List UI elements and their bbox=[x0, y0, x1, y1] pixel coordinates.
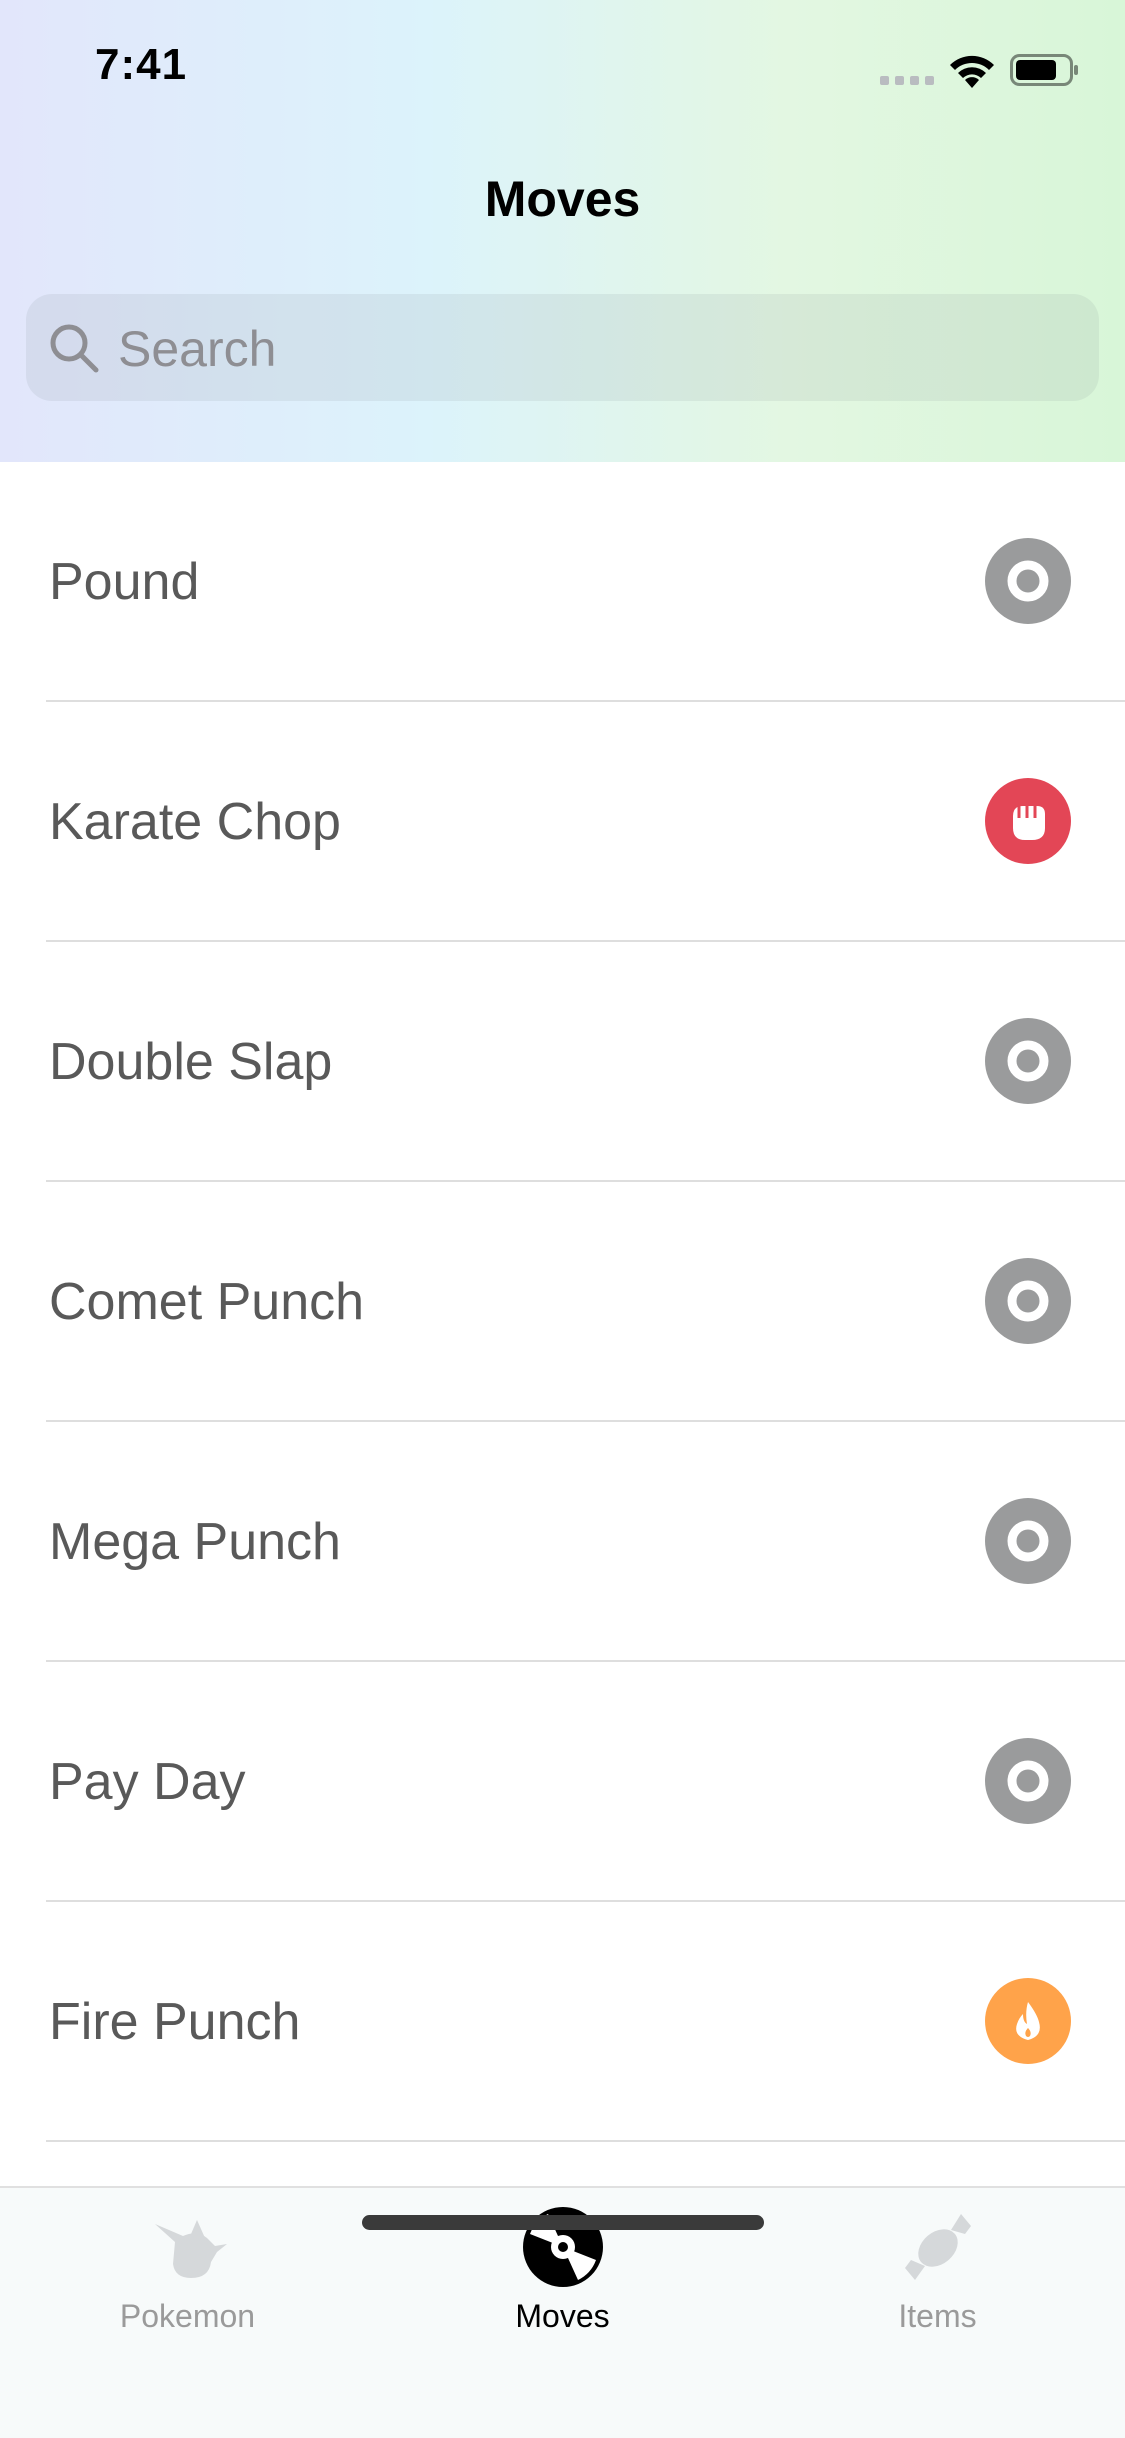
move-name: Double Slap bbox=[49, 1033, 333, 1091]
home-indicator[interactable] bbox=[362, 2215, 764, 2230]
move-name: Comet Punch bbox=[49, 1273, 365, 1331]
normal-type-icon bbox=[985, 1258, 1071, 1344]
list-item[interactable]: Mega Punch bbox=[0, 1422, 1125, 1662]
list-item[interactable]: Karate Chop bbox=[0, 702, 1125, 942]
pikachu-icon bbox=[155, 2220, 227, 2278]
search-input[interactable] bbox=[116, 294, 1070, 403]
list-item[interactable]: Double Slap bbox=[0, 942, 1125, 1182]
header: 7:41 Moves bbox=[0, 0, 1125, 462]
battery-icon bbox=[1010, 54, 1078, 86]
tab-moves[interactable]: Moves bbox=[375, 2188, 750, 2348]
move-name: Karate Chop bbox=[49, 793, 341, 851]
search-bar[interactable] bbox=[26, 294, 1099, 403]
candy-icon bbox=[905, 2214, 971, 2280]
fighting-type-icon bbox=[985, 778, 1071, 864]
move-name: Pay Day bbox=[49, 1753, 246, 1811]
page-title: Moves bbox=[484, 171, 641, 227]
list-item[interactable]: Comet Punch bbox=[0, 1182, 1125, 1422]
list-item[interactable]: Pay Day bbox=[0, 1662, 1125, 1902]
status-time: 7:41 bbox=[95, 40, 188, 89]
move-name: Mega Punch bbox=[49, 1513, 341, 1571]
tab-label: Moves bbox=[515, 2298, 610, 2334]
search-icon bbox=[50, 324, 99, 373]
tab-pokemon[interactable]: Pokemon bbox=[0, 2188, 375, 2348]
normal-type-icon bbox=[985, 1738, 1071, 1824]
tab-label: Items bbox=[898, 2298, 977, 2334]
wifi-icon bbox=[950, 55, 994, 88]
move-name: Fire Punch bbox=[49, 1993, 301, 2051]
fire-type-icon bbox=[985, 1978, 1071, 2064]
list-item[interactable]: Pound bbox=[0, 462, 1125, 702]
normal-type-icon bbox=[985, 1018, 1071, 1104]
normal-type-icon bbox=[985, 1498, 1071, 1584]
list-item[interactable]: Fire Punch bbox=[0, 1902, 1125, 2142]
move-name: Pound bbox=[49, 553, 200, 611]
normal-type-icon bbox=[985, 538, 1071, 624]
tab-items[interactable]: Items bbox=[750, 2188, 1125, 2348]
moves-list: Pound Karate Chop Double Slap Comet Punc… bbox=[0, 462, 1125, 2142]
cellular-signal-icon bbox=[880, 76, 936, 86]
tab-label: Pokemon bbox=[119, 2298, 256, 2334]
